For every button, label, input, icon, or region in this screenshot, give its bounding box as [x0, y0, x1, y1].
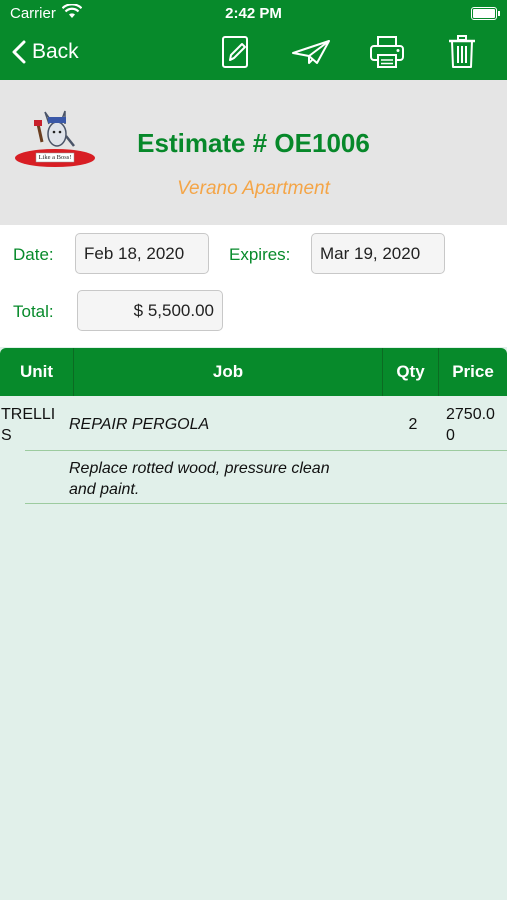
row-divider — [25, 503, 507, 504]
estimate-title: Estimate # OE1006 — [137, 128, 370, 158]
estimate-header: Like a Boss! Estimate # OE1006 Verano Ap… — [0, 80, 507, 225]
job-cell: REPAIR PERGOLA — [69, 416, 210, 433]
delete-button[interactable] — [447, 34, 477, 70]
table-header: Unit Job Qty Price — [0, 348, 507, 396]
edit-button[interactable] — [220, 34, 252, 70]
battery-icon — [471, 7, 500, 20]
back-label: Back — [32, 40, 79, 63]
estimate-subtitle: Verano Apartment — [177, 178, 330, 199]
date-label: Date: — [13, 245, 54, 264]
date-field[interactable]: Feb 18, 2020 — [75, 233, 209, 274]
date-value: Feb 18, 2020 — [84, 243, 185, 263]
column-header-price[interactable]: Price — [438, 348, 507, 396]
description-cell: Replace rotted wood, pressure clean and … — [69, 458, 330, 500]
send-button[interactable] — [290, 34, 332, 70]
price-line: 2750.0 — [446, 406, 495, 423]
clock: 2:42 PM — [225, 5, 282, 22]
price-line: 0 — [446, 427, 455, 444]
row-divider — [25, 450, 507, 451]
expires-field[interactable]: Mar 19, 2020 — [311, 233, 445, 274]
column-header-job[interactable]: Job — [73, 348, 382, 396]
navigation-bar: Carrier 2:42 PM Back — [0, 0, 507, 80]
send-icon — [292, 40, 330, 64]
price-cell: 2750.0 0 — [446, 404, 495, 446]
total-label: Total: — [13, 302, 54, 321]
expires-value: Mar 19, 2020 — [320, 243, 421, 263]
status-bar: Carrier 2:42 PM — [0, 0, 507, 28]
trash-icon — [449, 35, 475, 68]
logo-text: Like a Boss! — [38, 154, 72, 161]
chevron-left-icon — [12, 40, 26, 64]
print-button[interactable] — [368, 34, 406, 70]
description-line: and paint. — [69, 481, 140, 498]
back-button[interactable]: Back — [12, 36, 79, 68]
qty-cell: 2 — [408, 416, 418, 433]
table-row[interactable]: TRELLI S REPAIR PERGOLA 2 2750.0 0 Repla… — [0, 396, 507, 504]
edit-icon — [222, 36, 248, 68]
unit-line: S — [1, 427, 12, 444]
column-header-unit[interactable]: Unit — [0, 348, 73, 396]
total-value: $ 5,500.00 — [133, 300, 214, 320]
toolbar: Back — [0, 30, 507, 78]
company-logo: Like a Boss! — [14, 110, 96, 170]
unit-cell: TRELLI S — [1, 404, 55, 446]
total-field[interactable]: $ 5,500.00 — [77, 290, 223, 331]
print-icon — [370, 36, 404, 68]
estimate-details: Date: Feb 18, 2020 Expires: Mar 19, 2020… — [0, 225, 507, 347]
description-line: Replace rotted wood, pressure clean — [69, 460, 330, 477]
column-header-qty[interactable]: Qty — [382, 348, 438, 396]
expires-label: Expires: — [229, 245, 291, 264]
unit-line: TRELLI — [1, 406, 56, 423]
